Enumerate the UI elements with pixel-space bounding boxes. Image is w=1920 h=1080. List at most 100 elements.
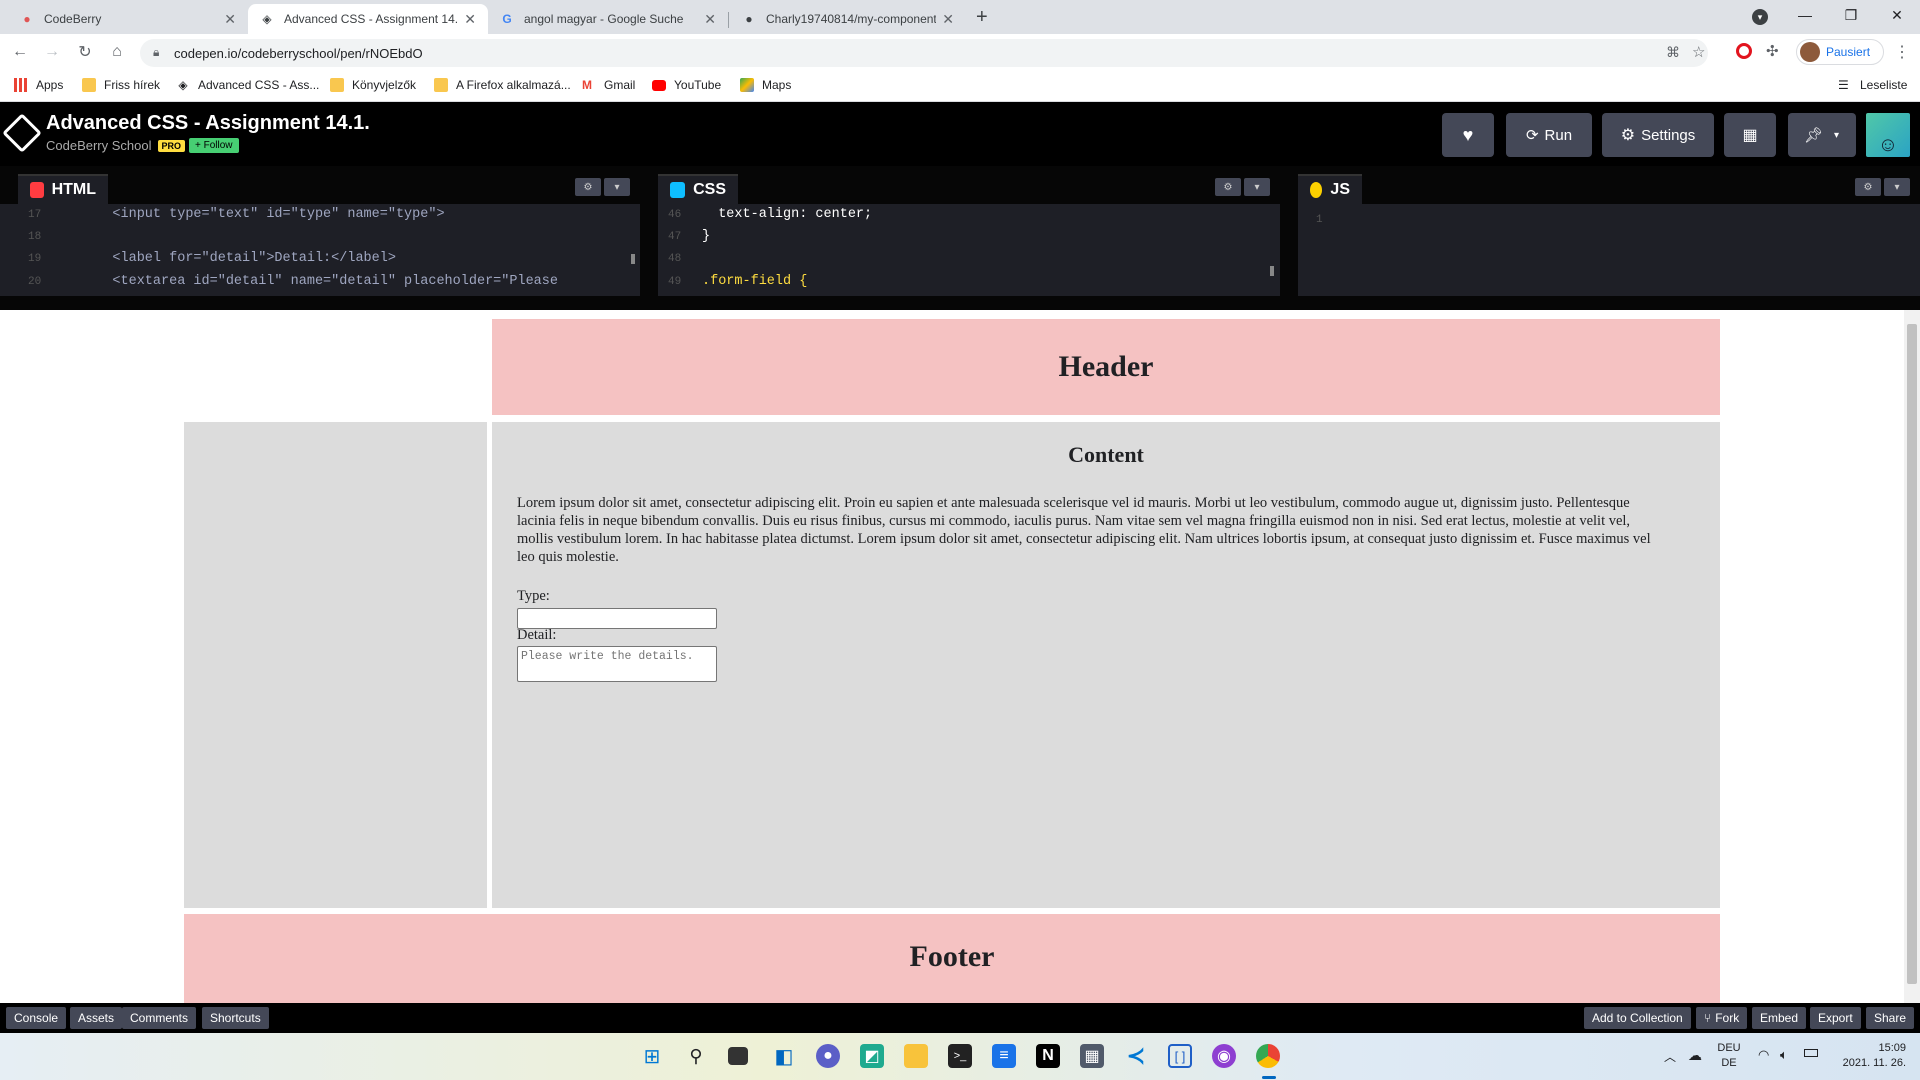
- notepad-icon[interactable]: ≡: [992, 1044, 1016, 1068]
- html-scrollbar[interactable]: [631, 254, 635, 264]
- code-line[interactable]: <label for="detail">Detail:</label>: [80, 251, 396, 266]
- file-explorer-icon[interactable]: [904, 1044, 928, 1068]
- search-icon[interactable]: ⚲: [684, 1044, 708, 1068]
- chevron-down-icon[interactable]: ▾: [1884, 178, 1910, 196]
- tab-github[interactable]: ● Charly19740814/my-components ✕: [730, 4, 966, 34]
- minimize-button[interactable]: —: [1782, 0, 1828, 30]
- type-input[interactable]: [517, 608, 717, 629]
- preview-scrollbar[interactable]: [1904, 310, 1920, 1003]
- close-icon[interactable]: ✕: [942, 11, 954, 28]
- code-line[interactable]: <input type="text" id="type" name="type"…: [80, 207, 444, 222]
- menu-dots-icon[interactable]: ⋮: [1894, 42, 1910, 62]
- export-button[interactable]: Export: [1810, 1007, 1861, 1029]
- chevron-up-icon[interactable]: ︿: [1664, 1048, 1676, 1065]
- bookmark-gmail[interactable]: M Gmail: [582, 78, 635, 92]
- cloud-icon[interactable]: ☁: [1688, 1047, 1702, 1064]
- settings-button[interactable]: ⚙ Settings: [1602, 113, 1714, 157]
- task-view-icon[interactable]: [728, 1047, 748, 1065]
- bracket-app-icon[interactable]: [ ]: [1168, 1044, 1192, 1068]
- battery-icon[interactable]: [1804, 1049, 1818, 1057]
- address-bar[interactable]: 🔒︎ codepen.io/codeberryschool/pen/rNOEbd…: [140, 39, 1708, 67]
- tab-google[interactable]: G angol magyar - Google Suche ✕: [488, 4, 728, 34]
- tab-search-icon[interactable]: ▾: [1752, 9, 1768, 25]
- close-icon[interactable]: ✕: [704, 11, 716, 28]
- tab-js-editor[interactable]: JS: [1298, 174, 1362, 204]
- folder-icon: [434, 78, 448, 92]
- shortcuts-button[interactable]: Shortcuts: [202, 1007, 269, 1029]
- volume-icon[interactable]: 🔈︎: [1780, 1047, 1788, 1063]
- fork-button[interactable]: ⑂ Fork: [1696, 1007, 1748, 1029]
- css-settings-icon[interactable]: ⚙: [1215, 178, 1241, 196]
- js-settings-icon[interactable]: ⚙: [1855, 178, 1881, 196]
- forward-icon[interactable]: →: [42, 42, 62, 62]
- reload-icon[interactable]: ↻: [75, 42, 95, 62]
- profile-button[interactable]: Pausiert: [1796, 39, 1884, 65]
- tab-css-editor[interactable]: CSS: [658, 174, 738, 204]
- close-icon[interactable]: ✕: [464, 11, 476, 28]
- podcast-app-icon[interactable]: ◉: [1212, 1044, 1236, 1068]
- bookmark-firefox[interactable]: A Firefox alkalmazá...: [434, 78, 571, 92]
- home-icon[interactable]: ⌂: [107, 42, 127, 62]
- scrollbar-thumb[interactable]: [1907, 324, 1917, 984]
- terminal-icon[interactable]: >_: [948, 1044, 972, 1068]
- bookmark-advanced-css[interactable]: ◈ Advanced CSS - Ass...: [176, 78, 319, 92]
- windows-start-icon[interactable]: ⊞: [640, 1044, 664, 1068]
- new-tab-button[interactable]: +: [976, 6, 988, 29]
- embed-button[interactable]: Embed: [1752, 1007, 1807, 1029]
- widgets-icon[interactable]: ◧: [772, 1044, 796, 1068]
- notion-icon[interactable]: N: [1036, 1044, 1060, 1068]
- restore-button[interactable]: ❐: [1828, 0, 1874, 30]
- pen-title[interactable]: Advanced CSS - Assignment 14.1.: [46, 112, 370, 135]
- teams-chat-icon[interactable]: ●: [816, 1044, 840, 1068]
- clock[interactable]: 15:09 2021. 11. 26.: [1834, 1041, 1906, 1071]
- assets-button[interactable]: Assets: [70, 1007, 123, 1029]
- wifi-icon[interactable]: ◠: [1758, 1047, 1769, 1063]
- html-settings-icon[interactable]: ⚙: [575, 178, 601, 196]
- comments-button[interactable]: Comments: [122, 1007, 197, 1029]
- user-avatar[interactable]: ☺: [1866, 113, 1910, 157]
- tab-codeberry[interactable]: ● CodeBerry ✕: [8, 4, 248, 34]
- console-button[interactable]: Console: [6, 1007, 67, 1029]
- chrome-icon[interactable]: [1256, 1044, 1280, 1068]
- codepen-logo-icon[interactable]: [2, 113, 42, 153]
- close-icon[interactable]: ✕: [224, 11, 236, 28]
- share-button[interactable]: Share: [1866, 1007, 1915, 1029]
- preview-resize-bar[interactable]: [0, 296, 1920, 310]
- calculator-icon[interactable]: ▦: [1080, 1044, 1104, 1068]
- add-to-collection-button[interactable]: Add to Collection: [1584, 1007, 1691, 1029]
- code-line[interactable]: <textarea id="detail" name="detail" plac…: [80, 274, 558, 289]
- extensions-icon[interactable]: ✣: [1766, 42, 1779, 60]
- follow-button[interactable]: + Follow: [189, 138, 239, 153]
- vscode-icon[interactable]: ≺: [1124, 1043, 1148, 1068]
- author-name[interactable]: CodeBerry School: [46, 138, 152, 153]
- close-window-button[interactable]: ✕: [1874, 0, 1920, 30]
- editor-resizer[interactable]: [1280, 166, 1298, 310]
- editor-resizer[interactable]: [640, 166, 658, 310]
- code-line[interactable]: .form-field {: [702, 274, 807, 289]
- heart-button[interactable]: ♥: [1442, 113, 1494, 157]
- pin-button[interactable]: 📌︎ ▾: [1788, 113, 1856, 157]
- css-scrollbar[interactable]: [1270, 266, 1274, 276]
- bookmark-maps[interactable]: Maps: [740, 78, 791, 92]
- layout-button[interactable]: ▦: [1724, 113, 1776, 157]
- bookmark-star-icon[interactable]: ☆: [1692, 43, 1705, 61]
- code-line[interactable]: text-align: center;: [702, 207, 872, 222]
- translate-icon[interactable]: ⌘: [1666, 44, 1680, 61]
- back-icon[interactable]: ←: [10, 42, 30, 62]
- bookmark-konyvjelzok[interactable]: Könyvjelzők: [330, 78, 416, 92]
- bookmark-youtube[interactable]: YouTube: [652, 78, 721, 92]
- run-button[interactable]: ⟳ Run: [1506, 113, 1592, 157]
- detail-textarea[interactable]: Please write the details.: [517, 646, 717, 682]
- bookmark-apps[interactable]: Apps: [14, 78, 63, 92]
- reading-list[interactable]: ☰ Leseliste: [1838, 78, 1907, 92]
- chevron-down-icon[interactable]: ▾: [1834, 130, 1839, 141]
- keyboard-language[interactable]: DEU DE: [1716, 1041, 1742, 1071]
- opera-extension-icon[interactable]: [1736, 43, 1752, 59]
- chevron-down-icon[interactable]: ▾: [604, 178, 630, 196]
- app-icon[interactable]: ◩: [860, 1044, 884, 1068]
- chevron-down-icon[interactable]: ▾: [1244, 178, 1270, 196]
- tab-html-editor[interactable]: HTML: [18, 174, 108, 204]
- tab-codepen-active[interactable]: ◈ Advanced CSS - Assignment 14.1. ✕: [248, 4, 488, 34]
- code-line[interactable]: }: [702, 229, 710, 244]
- bookmark-friss-hirek[interactable]: Friss hírek: [82, 78, 160, 92]
